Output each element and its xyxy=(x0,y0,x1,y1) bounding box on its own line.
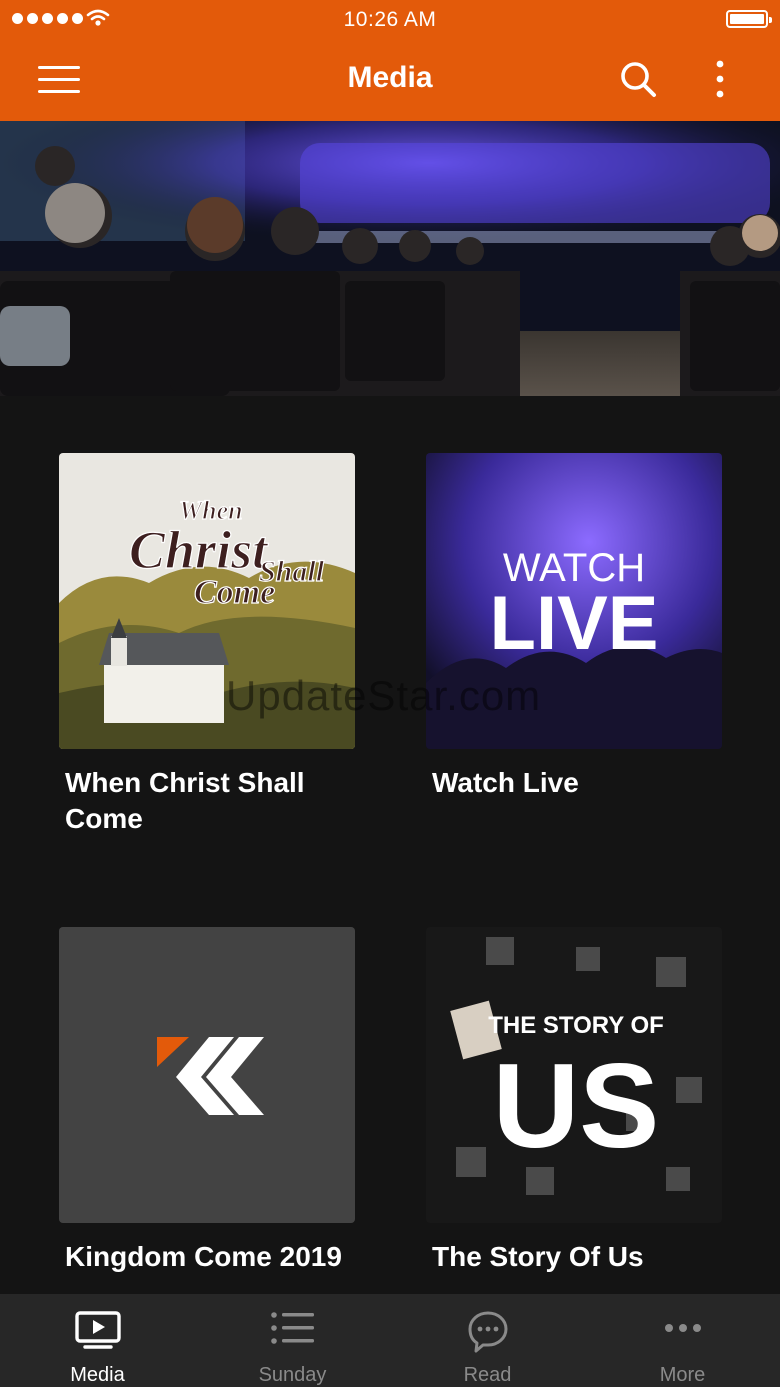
chat-bubble-icon xyxy=(468,1311,507,1353)
tab-label: More xyxy=(659,1364,706,1386)
tab-read[interactable]: Read xyxy=(390,1294,585,1387)
hamburger-menu-icon[interactable] xyxy=(38,66,80,94)
card-title: The Story Of Us xyxy=(432,1241,644,1272)
tab-label: Read xyxy=(463,1364,512,1386)
navigation-bar: Media xyxy=(0,40,780,121)
more-options-icon[interactable] xyxy=(712,58,728,102)
media-card-kingdom-come-2019[interactable]: Kingdom Come 2019 xyxy=(59,927,355,1275)
media-grid: When Christ Shall Come When Christ Shall… xyxy=(0,396,780,1294)
media-card-when-christ-shall-come[interactable]: When Christ Shall Come When Christ Shall… xyxy=(59,453,355,837)
battery-icon xyxy=(726,10,772,28)
card-title: When Christ Shall Come xyxy=(65,767,305,834)
media-card-the-story-of-us[interactable]: THE STORY OF US The Story Of Us xyxy=(426,927,722,1275)
tab-media[interactable]: Media xyxy=(0,1294,195,1387)
tab-label: Media xyxy=(70,1364,125,1386)
card-art-text-us: US xyxy=(493,1039,660,1173)
card-art-text-come: Come xyxy=(194,574,275,611)
card-title: Watch Live xyxy=(432,767,579,798)
status-bar: 10:26 AM xyxy=(0,0,780,40)
list-icon xyxy=(270,1312,314,1344)
card-title: Kingdom Come 2019 xyxy=(65,1241,342,1272)
watch-live-artwork: WATCH LIVE xyxy=(426,453,722,749)
page-title: Media xyxy=(347,61,433,94)
tab-label: Sunday xyxy=(258,1364,327,1386)
app-header: 10:26 AM Media xyxy=(0,0,780,121)
tv-play-icon xyxy=(74,1311,121,1349)
more-dots-icon xyxy=(664,1324,701,1332)
tab-more[interactable]: More xyxy=(585,1294,780,1387)
search-icon[interactable] xyxy=(619,60,657,98)
hero-banner-image xyxy=(0,121,780,396)
kingdom-come-artwork xyxy=(59,927,355,1223)
card-art-text-the-story-of: THE STORY OF xyxy=(488,1012,664,1039)
when-christ-shall-come-artwork: When Christ Shall Come xyxy=(59,453,355,749)
status-time: 10:26 AM xyxy=(343,8,437,31)
media-card-watch-live[interactable]: WATCH LIVE Watch Live xyxy=(426,453,722,801)
tab-bar: Media Sunday Read More xyxy=(0,1294,780,1387)
story-of-us-artwork: THE STORY OF US xyxy=(426,927,722,1223)
tab-sunday[interactable]: Sunday xyxy=(195,1294,390,1387)
card-art-text-live: LIVE xyxy=(490,581,659,666)
card-art-text-christ: Christ xyxy=(129,520,269,580)
